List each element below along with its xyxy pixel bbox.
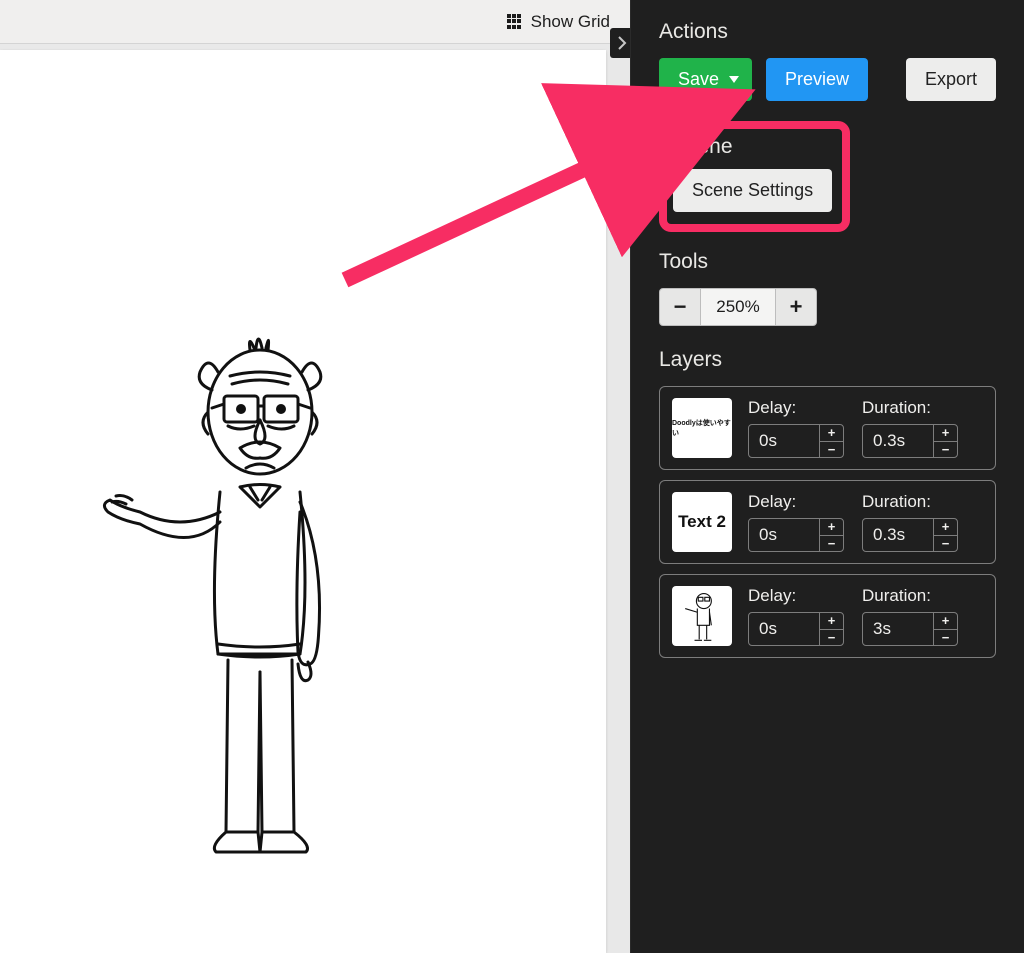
preview-button[interactable]: Preview [766,58,868,101]
layers-list: Doodlyは使いやすいDelay:0s+−Duration:0.3s+−Tex… [659,386,996,658]
layer-delay-col: Delay: 0s+− [748,586,844,646]
layers-title: Layers [659,348,996,372]
caret-down-icon [729,76,739,83]
layer-duration-col: Duration: 3s+− [862,586,958,646]
layer-row[interactable]: Doodlyは使いやすいDelay:0s+−Duration:0.3s+− [659,386,996,470]
show-grid-label[interactable]: Show Grid [531,12,610,32]
layer-duration-label: Duration: [862,398,958,418]
right-panel: Actions Save Preview Export Scene Scene … [630,0,1024,953]
layer-columns: Delay:0s+−Duration:3s+− [748,586,983,646]
layer-duration-value[interactable]: 3s [863,613,933,645]
tools-title: Tools [659,250,996,274]
layer-delay-value[interactable]: 0s [749,613,819,645]
canvas-toolbar: Show Grid [0,0,630,44]
layer-delay-value[interactable]: 0s [749,425,819,457]
layer-thumbnail[interactable] [672,586,732,646]
layer-duration-value[interactable]: 0.3s [863,519,933,551]
layer-delay-label: Delay: [748,492,844,512]
layer-delay-col: Delay: 0s+− [748,492,844,552]
layer-duration-col: Duration: 0.3s+− [862,492,958,552]
save-button-label: Save [678,69,719,90]
actions-row: Save Preview Export [659,58,996,101]
zoom-out-button[interactable]: − [659,288,701,326]
layer-delay-stepper: 0s+− [748,518,844,552]
zoom-stepper: − 250% + [659,288,996,326]
canvas-area [0,44,610,953]
layer-row[interactable]: Delay:0s+−Duration:3s+− [659,574,996,658]
export-button[interactable]: Export [906,58,996,101]
layer-columns: Delay:0s+−Duration:0.3s+− [748,398,983,458]
layer-delay-stepper: 0s+− [748,424,844,458]
layer-duration-col: Duration: 0.3s+− [862,398,958,458]
layer-thumbnail[interactable]: Doodlyは使いやすい [672,398,732,458]
layer-duration-plusminus: +− [933,613,957,645]
layer-duration-plus-button[interactable]: + [934,613,957,630]
layer-delay-label: Delay: [748,586,844,606]
layer-duration-minus-button[interactable]: − [934,442,957,458]
layer-duration-stepper: 0.3s+− [862,424,958,458]
layer-delay-minus-button[interactable]: − [820,536,843,552]
layer-duration-plusminus: +− [933,425,957,457]
layer-duration-plus-button[interactable]: + [934,425,957,442]
scene-title: Scene [673,135,832,159]
canvas[interactable] [0,50,606,953]
zoom-in-button[interactable]: + [775,288,817,326]
save-button[interactable]: Save [659,58,752,101]
layer-delay-plusminus: +− [819,613,843,645]
scene-settings-button[interactable]: Scene Settings [673,169,832,212]
layer-delay-plusminus: +− [819,519,843,551]
layer-thumbnail[interactable]: Text 2 [672,492,732,552]
layer-duration-plusminus: +− [933,519,957,551]
layer-delay-plus-button[interactable]: + [820,613,843,630]
layer-duration-plus-button[interactable]: + [934,519,957,536]
layer-duration-minus-button[interactable]: − [934,630,957,646]
zoom-value[interactable]: 250% [701,288,775,326]
layer-duration-value[interactable]: 0.3s [863,425,933,457]
layer-delay-value[interactable]: 0s [749,519,819,551]
layer-duration-stepper: 3s+− [862,612,958,646]
layer-delay-plus-button[interactable]: + [820,425,843,442]
layer-delay-stepper: 0s+− [748,612,844,646]
canvas-character-oldman[interactable] [100,312,400,876]
layer-duration-stepper: 0.3s+− [862,518,958,552]
layer-delay-minus-button[interactable]: − [820,442,843,458]
layer-duration-label: Duration: [862,492,958,512]
layer-duration-label: Duration: [862,586,958,606]
grid-icon [507,14,523,30]
layer-delay-plus-button[interactable]: + [820,519,843,536]
layer-row[interactable]: Text 2Delay:0s+−Duration:0.3s+− [659,480,996,564]
layer-delay-plusminus: +− [819,425,843,457]
layer-delay-col: Delay: 0s+− [748,398,844,458]
actions-title: Actions [659,20,996,44]
oldman-thumb-icon [674,588,730,644]
layer-columns: Delay:0s+−Duration:0.3s+− [748,492,983,552]
layer-delay-label: Delay: [748,398,844,418]
layer-delay-minus-button[interactable]: − [820,630,843,646]
chevron-right-icon [617,36,627,50]
layer-duration-minus-button[interactable]: − [934,536,957,552]
scene-highlight-box: Scene Scene Settings [659,121,850,232]
